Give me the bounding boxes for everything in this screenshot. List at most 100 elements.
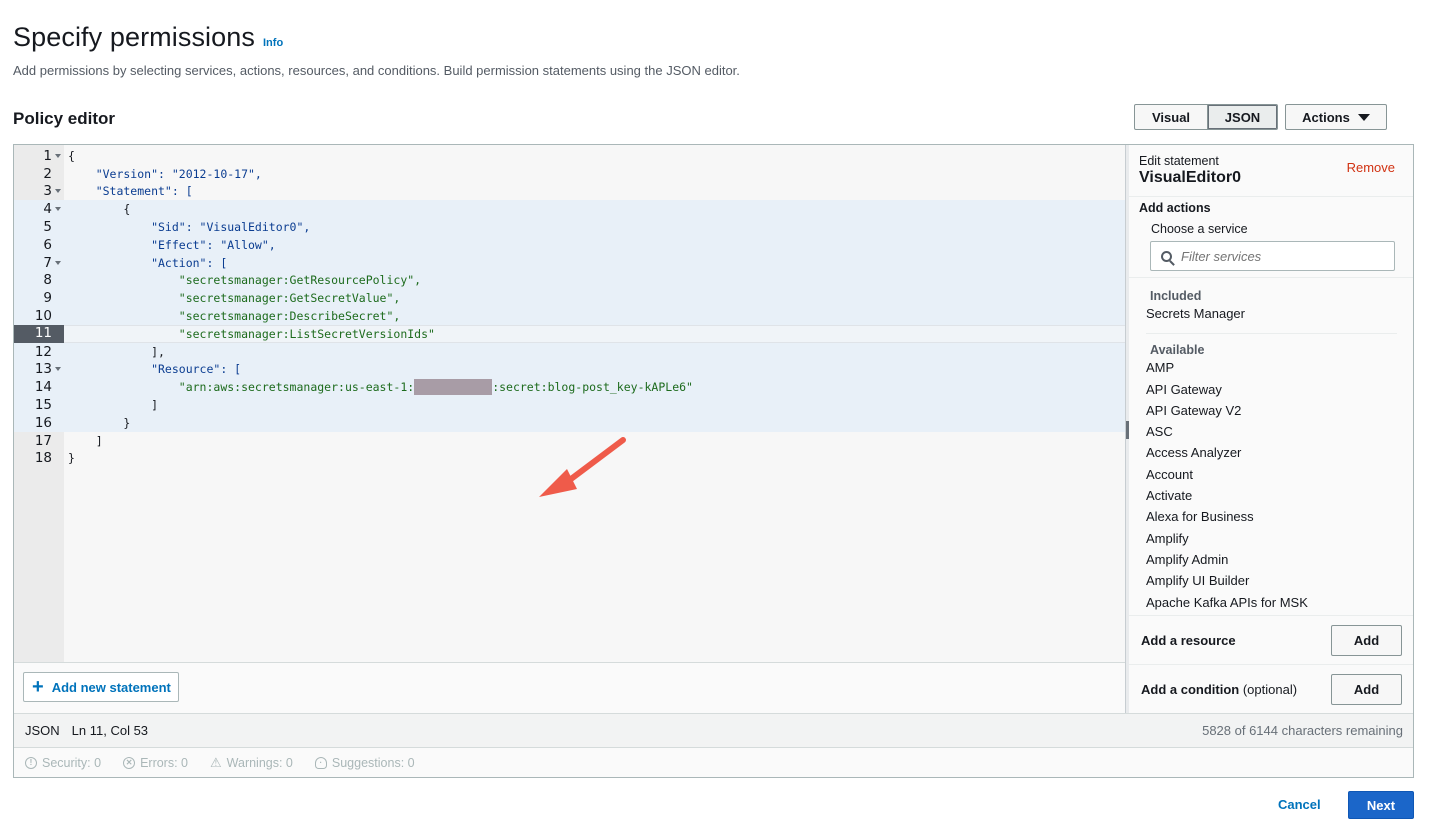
- shield-icon: !: [25, 756, 37, 769]
- code-line[interactable]: 14 "arn:aws:secretsmanager:us-east-1: :se…: [14, 378, 1126, 397]
- edit-statement-header: Edit statement VisualEditor0 Remove: [1129, 145, 1413, 197]
- service-item[interactable]: Alexa for Business: [1146, 506, 1413, 527]
- service-item[interactable]: API Gateway: [1146, 379, 1413, 400]
- code-text: ]: [68, 433, 103, 448]
- suggestion-issues[interactable]: · Suggestions: 0: [314, 756, 415, 770]
- service-item[interactable]: ASC: [1146, 421, 1413, 442]
- code-text: "Version": "2012-10-17",: [68, 166, 262, 181]
- code-line[interactable]: 16 }: [14, 413, 1126, 432]
- code-text: "arn:aws:secretsmanager:us-east-1:: [68, 380, 415, 395]
- warning-icon: ⚠: [210, 754, 222, 770]
- line-number: 18: [34, 450, 52, 467]
- fold-arrow-icon[interactable]: [55, 260, 61, 265]
- optional-label: (optional): [1242, 681, 1298, 697]
- page-title: Specify permissions: [13, 22, 255, 52]
- service-item[interactable]: Access Analyzer: [1146, 442, 1413, 463]
- service-item[interactable]: Amplify Admin: [1146, 549, 1413, 570]
- service-item[interactable]: Apache Kafka APIs for MSK: [1146, 592, 1413, 613]
- code-text: "Sid": "VisualEditor0",: [68, 220, 311, 235]
- service-item[interactable]: Activate: [1146, 485, 1413, 506]
- code-text: "Resource": [: [68, 362, 242, 377]
- line-number: 15: [34, 397, 52, 414]
- code-line[interactable]: 2 "Version": "2012-10-17",: [14, 165, 1126, 183]
- service-item[interactable]: Secrets Manager: [1146, 303, 1413, 324]
- service-item[interactable]: Account: [1146, 464, 1413, 485]
- code-line-active[interactable]: 11 "secretsmanager:ListSecretVersionIds": [14, 324, 1126, 343]
- characters-remaining: 5828 of 6144 characters remaining: [1202, 723, 1403, 738]
- code-line[interactable]: 5 "Sid": "VisualEditor0",: [14, 218, 1126, 236]
- validation-issues-bar: ! Security: 0 ✕ Errors: 0 ⚠ Warnings: 0 · Su…: [14, 747, 1413, 777]
- code-line[interactable]: 15 ]: [14, 396, 1126, 414]
- code-text: ]: [68, 398, 159, 413]
- filter-services-field[interactable]: [1150, 241, 1395, 271]
- line-number: 3: [14, 183, 64, 199]
- service-item[interactable]: AMP: [1146, 357, 1413, 378]
- code-text: }: [68, 451, 75, 466]
- next-button[interactable]: Next: [1348, 791, 1414, 819]
- cancel-button[interactable]: Cancel: [1278, 797, 1321, 812]
- json-mode-button[interactable]: JSON: [1208, 104, 1278, 130]
- add-condition-button[interactable]: Add: [1331, 674, 1402, 705]
- service-item[interactable]: Amplify UI Builder: [1146, 570, 1413, 591]
- service-list[interactable]: Included Secrets Manager Available AMP A…: [1129, 277, 1413, 615]
- code-line[interactable]: 12 ],: [14, 342, 1126, 361]
- add-new-statement-button[interactable]: + Add new statement: [23, 672, 179, 702]
- filter-services-input[interactable]: [1181, 248, 1381, 264]
- remove-statement-link[interactable]: Remove: [1347, 160, 1395, 175]
- warning-issues[interactable]: ⚠ Warnings: 0: [210, 755, 293, 771]
- page-title-row: Specify permissions Info: [13, 22, 283, 53]
- line-number: 5: [43, 219, 52, 236]
- code-text: {: [68, 202, 131, 217]
- code-text: ],: [68, 344, 165, 359]
- code-text: "secretsmanager:GetSecretValue",: [68, 291, 401, 306]
- fold-arrow-icon[interactable]: [55, 189, 61, 194]
- code-line[interactable]: 9 "secretsmanager:GetSecretValue",: [14, 289, 1126, 308]
- lightbulb-icon: ·: [314, 756, 327, 769]
- line-number: 14: [34, 379, 52, 396]
- annotation-arrow-icon: [539, 437, 626, 497]
- code-line[interactable]: 6 "Effect": "Allow",: [14, 235, 1126, 254]
- visual-mode-button[interactable]: Visual: [1134, 104, 1208, 130]
- security-issues[interactable]: ! Security: 0: [25, 756, 101, 770]
- cursor-position: Ln 11, Col 53: [71, 723, 149, 738]
- json-code-editor[interactable]: 1{ 2 "Version": "2012-10-17", 3 "Stateme…: [14, 145, 1126, 662]
- code-text: }: [68, 415, 131, 430]
- service-item[interactable]: API Gateway V2: [1146, 400, 1413, 421]
- add-condition-text: Add a condition: [1141, 681, 1240, 697]
- caret-down-icon: [1357, 113, 1370, 121]
- add-resource-label: Add a resource: [1141, 632, 1236, 648]
- code-text: "Statement": [: [68, 184, 193, 199]
- code-text: :secret:blog-post_key-kAPLe6": [492, 380, 693, 395]
- code-text: "Action": [: [68, 255, 228, 270]
- code-text: "secretsmanager:ListSecretVersionIds": [68, 326, 435, 341]
- warnings-count: Warnings: 0: [226, 755, 293, 770]
- add-condition-label: Add a condition (optional): [1141, 682, 1297, 697]
- fold-arrow-icon[interactable]: [55, 367, 61, 372]
- statement-bar: + Add new statement: [14, 662, 1126, 713]
- search-icon: [1161, 250, 1172, 262]
- add-resource-button[interactable]: Add: [1331, 625, 1402, 656]
- fold-arrow-icon[interactable]: [55, 153, 61, 158]
- code-line[interactable]: 4 {: [14, 200, 1126, 219]
- error-issues[interactable]: ✕ Errors: 0: [123, 756, 188, 770]
- code-line[interactable]: 3 "Statement": [: [14, 183, 1126, 201]
- fold-arrow-icon[interactable]: [55, 207, 61, 212]
- errors-count: Errors: 0: [140, 755, 188, 770]
- group-divider: [1146, 333, 1397, 335]
- policy-editor: 1{ 2 "Version": "2012-10-17", 3 "Stateme…: [13, 144, 1414, 778]
- service-item[interactable]: Amplify: [1146, 528, 1413, 549]
- actions-dropdown-button[interactable]: Actions: [1285, 104, 1387, 130]
- info-link[interactable]: Info: [263, 37, 283, 49]
- error-icon: ✕: [123, 756, 136, 769]
- code-line[interactable]: 10 "secretsmanager:DescribeSecret",: [14, 307, 1126, 325]
- code-line[interactable]: 1{: [14, 147, 1126, 165]
- choose-service-label: Choose a service: [1151, 222, 1248, 236]
- code-line[interactable]: 8 "secretsmanager:GetResourcePolicy",: [14, 271, 1126, 290]
- code-text: "secretsmanager:GetResourcePolicy",: [68, 273, 422, 288]
- code-line[interactable]: 13 "Resource": [: [14, 360, 1126, 379]
- line-number: 8: [43, 272, 52, 289]
- redacted-account-id: [414, 379, 493, 396]
- page-description: Add permissions by selecting services, a…: [13, 63, 740, 78]
- code-line[interactable]: 7 "Action": [: [14, 253, 1126, 272]
- add-resource-row: Add a resource Add: [1129, 615, 1413, 664]
